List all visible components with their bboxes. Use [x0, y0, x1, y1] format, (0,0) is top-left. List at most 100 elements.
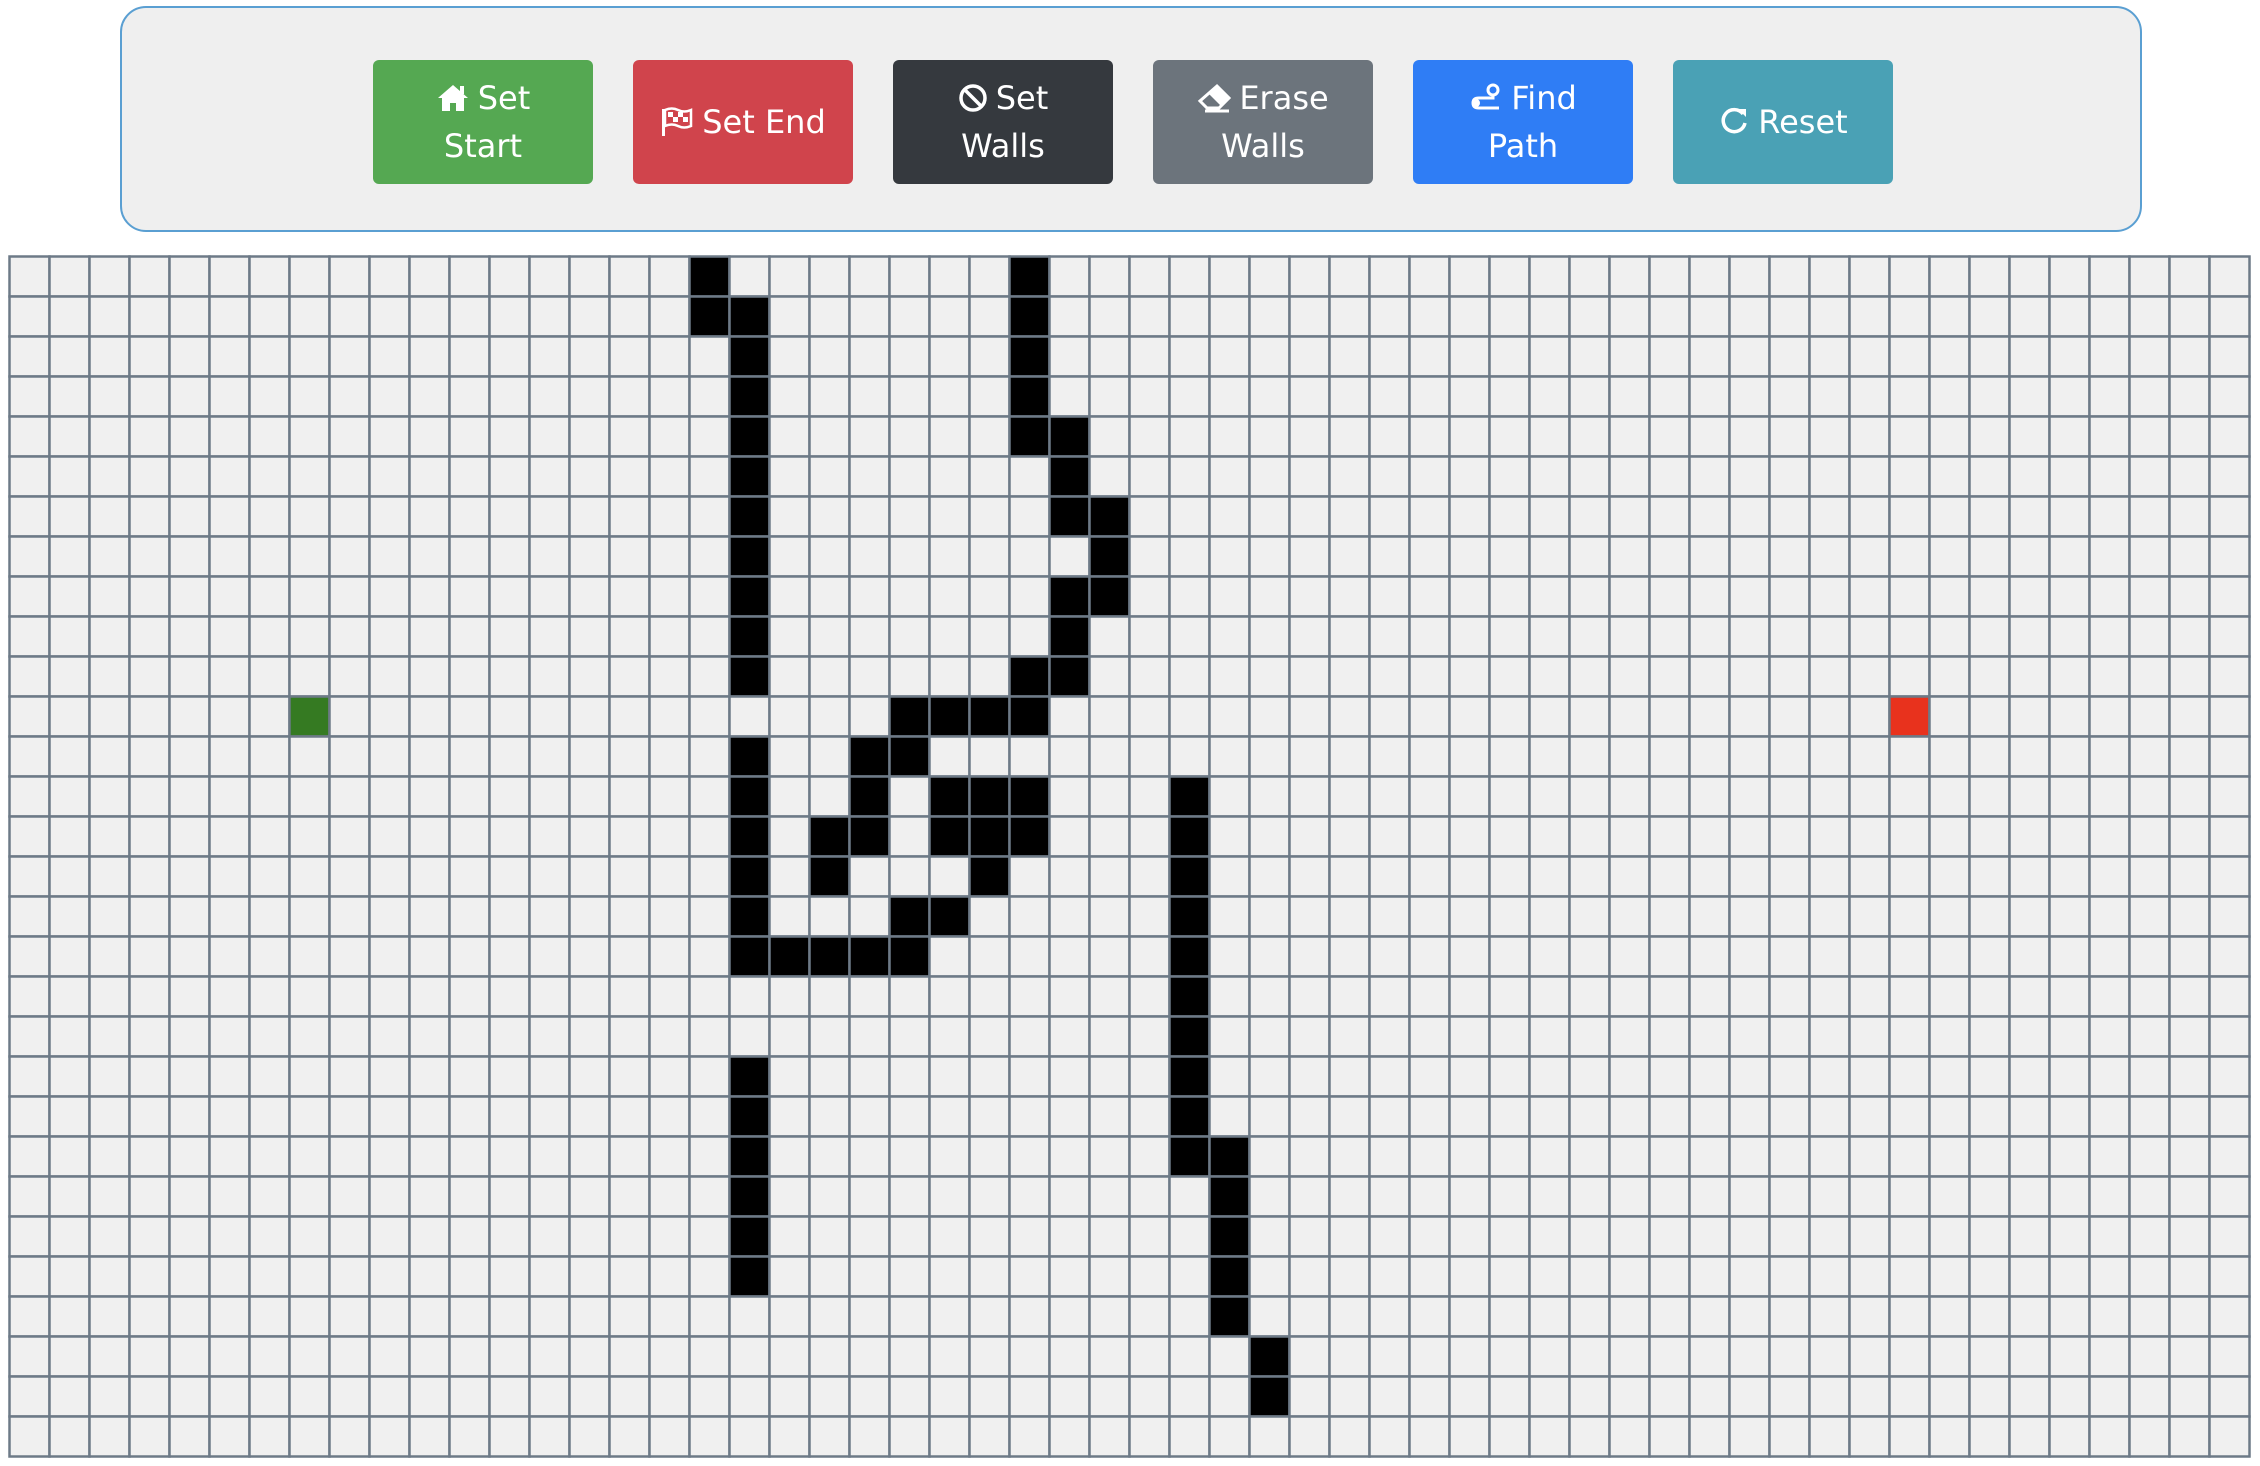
grid-cell[interactable] — [648, 815, 691, 858]
grid-cell[interactable] — [1688, 535, 1731, 578]
grid-cell[interactable] — [248, 1055, 291, 1098]
grid-cell[interactable] — [1688, 1175, 1731, 1218]
grid-cell[interactable] — [1968, 615, 2011, 658]
grid-cell[interactable] — [248, 855, 291, 898]
grid-cell[interactable] — [1048, 255, 1091, 298]
grid-cell[interactable] — [48, 935, 91, 978]
grid-cell[interactable] — [1448, 655, 1491, 698]
grid-cell[interactable] — [2168, 695, 2211, 738]
grid-cell[interactable] — [1328, 535, 1371, 578]
grid-cell[interactable] — [88, 1335, 131, 1378]
grid-cell[interactable] — [2208, 1415, 2251, 1458]
grid-cell[interactable] — [1168, 695, 1211, 738]
grid-cell[interactable] — [8, 775, 51, 818]
grid-cell[interactable] — [2088, 575, 2131, 618]
grid-cell[interactable] — [1168, 255, 1211, 298]
grid-cell[interactable] — [568, 1255, 611, 1298]
grid-cell[interactable] — [1328, 455, 1371, 498]
grid-cell[interactable] — [848, 1095, 891, 1138]
grid-cell[interactable] — [648, 935, 691, 978]
grid-cell[interactable] — [288, 1295, 331, 1338]
grid-cell[interactable] — [528, 1095, 571, 1138]
grid-cell[interactable] — [2008, 575, 2051, 618]
grid-cell[interactable] — [248, 575, 291, 618]
grid-cell[interactable] — [608, 1215, 651, 1258]
grid-cell[interactable] — [968, 1135, 1011, 1178]
grid-cell[interactable] — [328, 255, 371, 298]
grid-cell[interactable] — [1408, 255, 1451, 298]
grid-cell[interactable] — [1848, 1415, 1891, 1458]
grid-cell[interactable] — [1248, 455, 1291, 498]
wall-cell[interactable] — [1048, 655, 1091, 698]
grid-cell[interactable] — [1488, 575, 1531, 618]
grid-cell[interactable] — [1888, 1335, 1931, 1378]
grid-cell[interactable] — [1448, 1215, 1491, 1258]
grid-cell[interactable] — [1128, 975, 1171, 1018]
grid-cell[interactable] — [1128, 815, 1171, 858]
grid-cell[interactable] — [1248, 1135, 1291, 1178]
grid-cell[interactable] — [1528, 415, 1571, 458]
grid-cell[interactable] — [1408, 1295, 1451, 1338]
grid-cell[interactable] — [1288, 1055, 1331, 1098]
grid-cell[interactable] — [528, 535, 571, 578]
grid-cell[interactable] — [288, 1135, 331, 1178]
grid-cell[interactable] — [448, 775, 491, 818]
grid-cell[interactable] — [88, 575, 131, 618]
grid-cell[interactable] — [1208, 975, 1251, 1018]
grid-cell[interactable] — [1968, 935, 2011, 978]
grid-cell[interactable] — [1528, 1255, 1571, 1298]
grid-cell[interactable] — [8, 1295, 51, 1338]
grid-cell[interactable] — [328, 935, 371, 978]
grid-cell[interactable] — [928, 415, 971, 458]
grid-cell[interactable] — [2128, 495, 2171, 538]
grid-cell[interactable] — [688, 655, 731, 698]
grid-cell[interactable] — [1328, 735, 1371, 778]
grid-cell[interactable] — [2008, 1415, 2051, 1458]
grid-cell[interactable] — [8, 335, 51, 378]
grid-cell[interactable] — [1528, 335, 1571, 378]
wall-cell[interactable] — [1008, 335, 1051, 378]
grid-cell[interactable] — [1128, 455, 1171, 498]
grid-cell[interactable] — [888, 335, 931, 378]
grid-cell[interactable] — [1768, 1215, 1811, 1258]
grid-cell[interactable] — [808, 375, 851, 418]
grid-cell[interactable] — [2128, 1095, 2171, 1138]
grid-cell[interactable] — [688, 815, 731, 858]
grid-cell[interactable] — [1528, 1335, 1571, 1378]
grid-cell[interactable] — [1848, 495, 1891, 538]
grid-cell[interactable] — [1768, 535, 1811, 578]
grid-cell[interactable] — [1968, 855, 2011, 898]
grid-cell[interactable] — [1288, 375, 1331, 418]
grid-cell[interactable] — [1648, 975, 1691, 1018]
grid-cell[interactable] — [1768, 895, 1811, 938]
grid-cell[interactable] — [1888, 575, 1931, 618]
grid-cell[interactable] — [48, 1335, 91, 1378]
grid-cell[interactable] — [768, 615, 811, 658]
grid-cell[interactable] — [608, 975, 651, 1018]
grid-cell[interactable] — [928, 335, 971, 378]
grid-cell[interactable] — [1248, 815, 1291, 858]
grid-cell[interactable] — [448, 1175, 491, 1218]
grid-cell[interactable] — [1688, 895, 1731, 938]
grid-cell[interactable] — [328, 1215, 371, 1258]
grid-cell[interactable] — [248, 615, 291, 658]
grid-cell[interactable] — [1768, 1415, 1811, 1458]
grid-cell[interactable] — [1648, 1255, 1691, 1298]
grid-cell[interactable] — [88, 495, 131, 538]
grid-cell[interactable] — [2168, 1295, 2211, 1338]
grid-cell[interactable] — [568, 1295, 611, 1338]
grid-cell[interactable] — [248, 935, 291, 978]
grid-cell[interactable] — [1408, 855, 1451, 898]
grid-cell[interactable] — [1408, 1415, 1451, 1458]
grid-cell[interactable] — [1208, 375, 1251, 418]
grid-cell[interactable] — [128, 575, 171, 618]
grid-cell[interactable] — [568, 295, 611, 338]
grid-cell[interactable] — [808, 895, 851, 938]
grid-cell[interactable] — [1048, 815, 1091, 858]
grid-cell[interactable] — [1008, 1095, 1051, 1138]
grid-cell[interactable] — [1088, 975, 1131, 1018]
grid-cell[interactable] — [208, 655, 251, 698]
grid-cell[interactable] — [1688, 1255, 1731, 1298]
grid-cell[interactable] — [1408, 1175, 1451, 1218]
grid-cell[interactable] — [1968, 1015, 2011, 1058]
